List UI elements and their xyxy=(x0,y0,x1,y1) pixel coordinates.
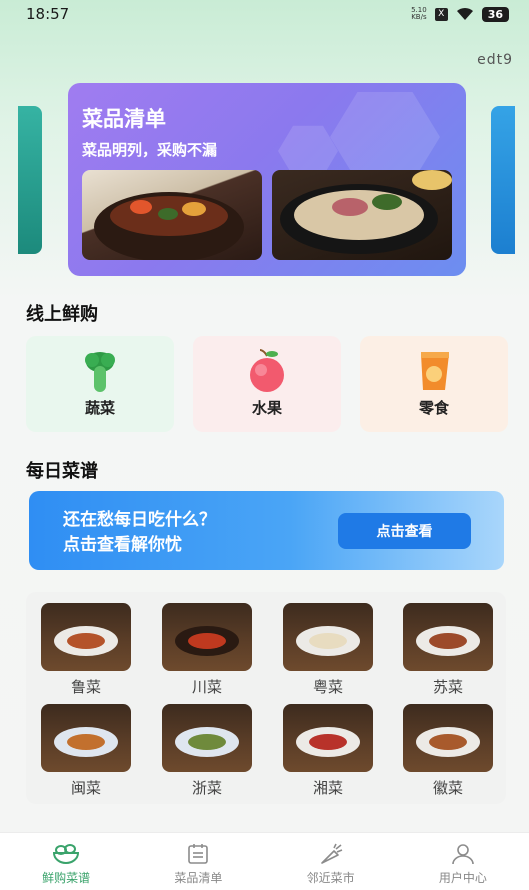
user-icon xyxy=(452,844,474,865)
wifi-icon xyxy=(456,7,473,20)
category-label: 蔬菜 xyxy=(84,399,115,417)
network-speed-unit: KB/s xyxy=(411,13,427,21)
cuisine-image xyxy=(41,603,131,671)
x-notification-icon: X xyxy=(434,7,448,21)
status-bar: 18:57 5.10 KB/s X 36 xyxy=(0,0,529,28)
food xyxy=(429,633,467,650)
tab-dish-list[interactable]: 菜品清单 xyxy=(132,833,264,890)
banner-dish-list[interactable]: 菜品清单 菜品明列，采购不漏 xyxy=(68,83,466,276)
promo-line-1: 还在愁每日吃什么？ xyxy=(63,510,216,530)
cuisine-label: 粤菜 xyxy=(312,678,343,696)
cuisine-xiang[interactable]: 湘菜 xyxy=(282,704,374,800)
cuisine-image xyxy=(283,704,373,772)
cuisine-label: 浙菜 xyxy=(191,779,222,797)
tab-label: 邻近菜市 xyxy=(306,871,355,885)
cuisine-image xyxy=(403,704,493,772)
cuisine-label: 湘菜 xyxy=(312,779,343,797)
cuisine-zhe[interactable]: 浙菜 xyxy=(161,704,253,800)
bottom-tab-bar: 鲜购菜谱 菜品清单 邻近菜市 用户中心 xyxy=(0,832,529,890)
cuisine-label: 鲁菜 xyxy=(70,678,101,696)
carousel-next-card[interactable] xyxy=(491,106,515,254)
food xyxy=(309,734,347,751)
status-icons: 5.10 KB/s X 36 xyxy=(411,6,509,22)
status-time: 18:57 xyxy=(26,5,70,23)
tab-label: 鲜购菜谱 xyxy=(42,871,91,885)
apple-icon xyxy=(250,349,284,392)
cuisine-min[interactable]: 闽菜 xyxy=(40,704,132,800)
cuisine-hui[interactable]: 徽菜 xyxy=(402,704,494,800)
cuisine-yue[interactable]: 粤菜 xyxy=(282,603,374,699)
category-label: 零食 xyxy=(418,399,449,417)
banner-title: 菜品清单 xyxy=(82,107,166,131)
tab-label: 用户中心 xyxy=(438,871,487,885)
cuisine-image xyxy=(162,704,252,772)
food xyxy=(67,633,105,650)
network-speed: 5.10 KB/s xyxy=(411,7,427,21)
cuisine-chuan[interactable]: 川菜 xyxy=(161,603,253,699)
category-snack[interactable]: 零食 xyxy=(360,336,508,432)
banner-subtitle: 菜品明列，采购不漏 xyxy=(82,141,218,159)
calendar-list-icon xyxy=(188,844,209,864)
category-fruit[interactable]: 水果 xyxy=(193,336,341,432)
food xyxy=(429,734,467,751)
section-title-daily-recipe: 每日菜谱 xyxy=(26,461,98,482)
tab-nearby-market[interactable]: 邻近菜市 xyxy=(265,833,397,890)
salad-bowl-icon xyxy=(53,844,80,864)
cuisine-label: 苏菜 xyxy=(432,678,463,696)
food xyxy=(188,633,226,650)
food xyxy=(188,734,226,751)
dish-image-hotpot xyxy=(272,170,452,260)
user-tag: edt9 xyxy=(477,52,513,68)
carrot-icon xyxy=(320,843,342,864)
category-vegetable[interactable]: 蔬菜 xyxy=(26,336,174,432)
cuisine-image xyxy=(162,603,252,671)
cuisine-lu[interactable]: 鲁菜 xyxy=(40,603,132,699)
cuisine-image xyxy=(41,704,131,772)
promo-line-2: 点击查看解你忧 xyxy=(63,535,182,555)
cuisine-label: 闽菜 xyxy=(70,779,101,797)
battery-icon: 36 xyxy=(481,6,509,22)
section-title-online-fresh: 线上鲜购 xyxy=(26,304,98,325)
vegetable-icon xyxy=(85,352,115,392)
tab-user-center[interactable]: 用户中心 xyxy=(397,833,529,890)
food xyxy=(67,734,105,751)
tab-label: 菜品清单 xyxy=(174,871,223,885)
category-label: 水果 xyxy=(251,399,282,417)
cuisine-image xyxy=(403,603,493,671)
cuisine-label: 徽菜 xyxy=(432,779,463,797)
cuisine-image xyxy=(283,603,373,671)
cuisine-label: 川菜 xyxy=(191,678,222,696)
dish-image-stew xyxy=(82,170,262,260)
recipe-promo-banner[interactable]: 还在愁每日吃什么？ 点击查看解你忧 点击查看 xyxy=(29,491,504,570)
snack-bag-icon xyxy=(421,352,449,390)
cuisine-su[interactable]: 苏菜 xyxy=(402,603,494,699)
promo-text: 还在愁每日吃什么？ 点击查看解你忧 xyxy=(63,508,216,558)
view-recipe-button[interactable]: 点击查看 xyxy=(338,513,471,549)
tab-fresh-recipes[interactable]: 鲜购菜谱 xyxy=(0,833,132,890)
carousel-prev-card[interactable] xyxy=(18,106,42,254)
food xyxy=(309,633,347,650)
